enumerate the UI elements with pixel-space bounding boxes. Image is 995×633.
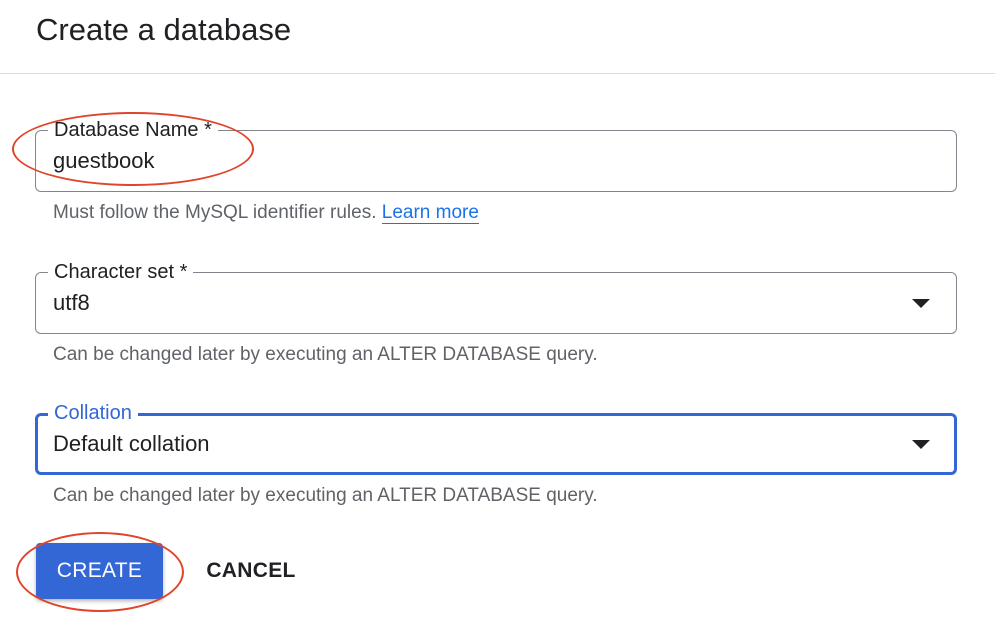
character-set-label: Character set * — [48, 260, 194, 284]
database-name-hint-text: Must follow the MySQL identifier rules. — [53, 202, 377, 223]
dropdown-arrow-icon[interactable] — [912, 440, 930, 449]
character-set-select[interactable]: Character set * utf8 — [35, 260, 957, 334]
collation-value: Default collation — [53, 431, 210, 456]
page-title: Create a database — [36, 12, 292, 47]
database-name-label: Database Name * — [48, 118, 218, 142]
learn-more-link[interactable]: Learn more — [381, 202, 479, 224]
page-header: Create a database — [0, 0, 995, 74]
dropdown-arrow-icon[interactable] — [912, 299, 930, 308]
character-set-hint: Can be changed later by executing an ALT… — [53, 344, 598, 365]
cancel-button[interactable]: CANCEL — [196, 543, 306, 599]
collation-label: Collation — [48, 401, 138, 425]
collation-hint: Can be changed later by executing an ALT… — [53, 485, 598, 506]
character-set-value: utf8 — [53, 290, 90, 315]
database-name-field[interactable]: Database Name * guestbook — [35, 118, 957, 192]
database-name-input[interactable]: guestbook — [53, 147, 155, 175]
collation-select[interactable]: Collation Default collation — [35, 401, 957, 475]
create-button[interactable]: CREATE — [36, 543, 163, 599]
create-database-page: Create a database Database Name * guestb… — [0, 0, 995, 633]
database-name-hint: Must follow the MySQL identifier rules. … — [53, 201, 479, 225]
